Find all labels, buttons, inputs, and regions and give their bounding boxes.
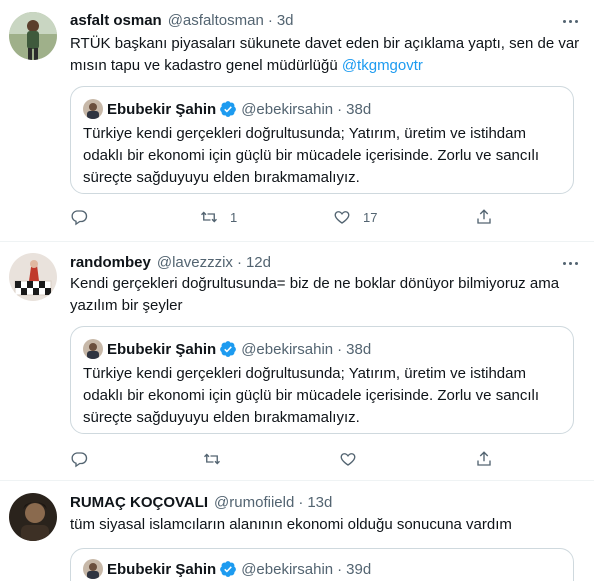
quoted-tweet[interactable]: Ebubekir Şahin @ebekirsahin · 39d bbox=[70, 548, 574, 581]
quote-header: Ebubekir Şahin @ebekirsahin · 39d bbox=[83, 559, 371, 579]
avatar[interactable] bbox=[9, 493, 57, 541]
mention-link[interactable]: @tkgmgovtr bbox=[342, 57, 423, 74]
quote-avatar bbox=[83, 99, 103, 119]
tweet-text: Kendi gerçekleri doğrultusunda= biz de n… bbox=[70, 275, 560, 314]
retweet-button[interactable]: 1 bbox=[200, 207, 237, 227]
reply-button[interactable] bbox=[70, 207, 100, 227]
quote-avatar bbox=[83, 559, 103, 579]
verified-badge-icon bbox=[220, 101, 237, 117]
timestamp[interactable]: 12d bbox=[246, 254, 271, 271]
like-count: 17 bbox=[363, 209, 378, 225]
tweet-text: tüm siyasal islamcıların alanının ekonom… bbox=[70, 516, 512, 533]
tweet[interactable]: RUMAÇ KOÇOVALI @rumofiield · 13d tüm siy… bbox=[0, 481, 594, 581]
display-name[interactable]: asfalt osman bbox=[70, 12, 162, 29]
like-button[interactable]: 17 bbox=[333, 207, 377, 227]
quote-text: Türkiye kendi gerçekleri doğrultusunda; … bbox=[83, 125, 540, 186]
like-button[interactable] bbox=[339, 449, 369, 469]
tweet-actions: 1 17 bbox=[70, 207, 510, 227]
tweet[interactable]: randombey @lavezzzix · 12d Kendi gerçekl… bbox=[0, 242, 594, 480]
quote-text: Türkiye kendi gerçekleri doğrultusunda; … bbox=[83, 365, 540, 426]
quote-timestamp: 39d bbox=[346, 560, 372, 578]
like-icon bbox=[334, 211, 350, 224]
separator-dot: · bbox=[337, 340, 343, 358]
tweet-header: RUMAÇ KOÇOVALI @rumofiield · 13d bbox=[70, 492, 332, 512]
separator-dot: · bbox=[236, 253, 242, 271]
share-icon bbox=[477, 209, 491, 224]
timestamp[interactable]: 13d bbox=[307, 494, 332, 511]
retweet-icon bbox=[201, 211, 217, 223]
verified-badge-icon bbox=[220, 561, 237, 577]
quoted-tweet[interactable]: Ebubekir Şahin @ebekirsahin · 38d Türkiy… bbox=[70, 326, 574, 434]
separator-dot: · bbox=[337, 100, 343, 118]
quote-header: Ebubekir Şahin @ebekirsahin · 38d bbox=[83, 99, 371, 119]
display-name[interactable]: RUMAÇ KOÇOVALI bbox=[70, 494, 208, 511]
quoted-tweet[interactable]: Ebubekir Şahin @ebekirsahin · 38d Türkiy… bbox=[70, 86, 574, 194]
share-button[interactable] bbox=[475, 449, 493, 469]
more-icon bbox=[562, 19, 566, 23]
timestamp[interactable]: 3d bbox=[277, 12, 294, 29]
user-handle[interactable]: @asfaltosman bbox=[168, 12, 264, 29]
display-name[interactable]: randombey bbox=[70, 254, 151, 271]
quote-handle: @ebekirsahin bbox=[241, 340, 334, 358]
quote-timestamp: 38d bbox=[346, 100, 372, 118]
share-button[interactable] bbox=[475, 207, 493, 227]
quote-timestamp: 38d bbox=[346, 340, 372, 358]
separator-dot: · bbox=[298, 493, 304, 511]
quote-display-name: Ebubekir Şahin bbox=[107, 560, 217, 578]
quote-handle: @ebekirsahin bbox=[241, 560, 334, 578]
quote-header: Ebubekir Şahin @ebekirsahin · 38d bbox=[83, 339, 371, 359]
retweet-count: 1 bbox=[230, 209, 238, 225]
tweet-header: randombey @lavezzzix · 12d bbox=[70, 252, 271, 272]
avatar[interactable] bbox=[9, 12, 57, 60]
separator-dot: · bbox=[337, 560, 343, 578]
avatar[interactable] bbox=[9, 253, 57, 301]
reply-icon bbox=[71, 210, 88, 226]
tweet-header: asfalt osman @asfaltosman · 3d bbox=[70, 10, 294, 30]
user-handle[interactable]: @lavezzzix bbox=[157, 254, 233, 271]
reply-icon bbox=[71, 452, 88, 468]
tweet[interactable]: asfalt osman @asfaltosman · 3d RTÜK başk… bbox=[0, 0, 594, 242]
user-handle[interactable]: @rumofiield bbox=[214, 494, 294, 511]
like-icon bbox=[340, 453, 356, 466]
verified-badge-icon bbox=[220, 341, 237, 357]
retweet-button[interactable] bbox=[203, 449, 233, 469]
quote-handle: @ebekirsahin bbox=[241, 100, 334, 118]
share-icon bbox=[477, 451, 491, 466]
tweet-actions bbox=[70, 449, 510, 469]
reply-button[interactable] bbox=[70, 449, 100, 469]
more-icon bbox=[562, 261, 566, 265]
separator-dot: · bbox=[267, 11, 273, 29]
tweet-text: RTÜK başkanı piyasaları sükunete davet e… bbox=[70, 33, 580, 77]
quote-display-name: Ebubekir Şahin bbox=[107, 100, 217, 118]
quote-avatar bbox=[83, 339, 103, 359]
more-options-button[interactable] bbox=[560, 11, 580, 31]
quote-display-name: Ebubekir Şahin bbox=[107, 340, 217, 358]
retweet-icon bbox=[204, 453, 220, 465]
more-options-button[interactable] bbox=[560, 253, 580, 273]
tweet-text-body: RTÜK başkanı piyasaları sükunete davet e… bbox=[70, 35, 580, 74]
